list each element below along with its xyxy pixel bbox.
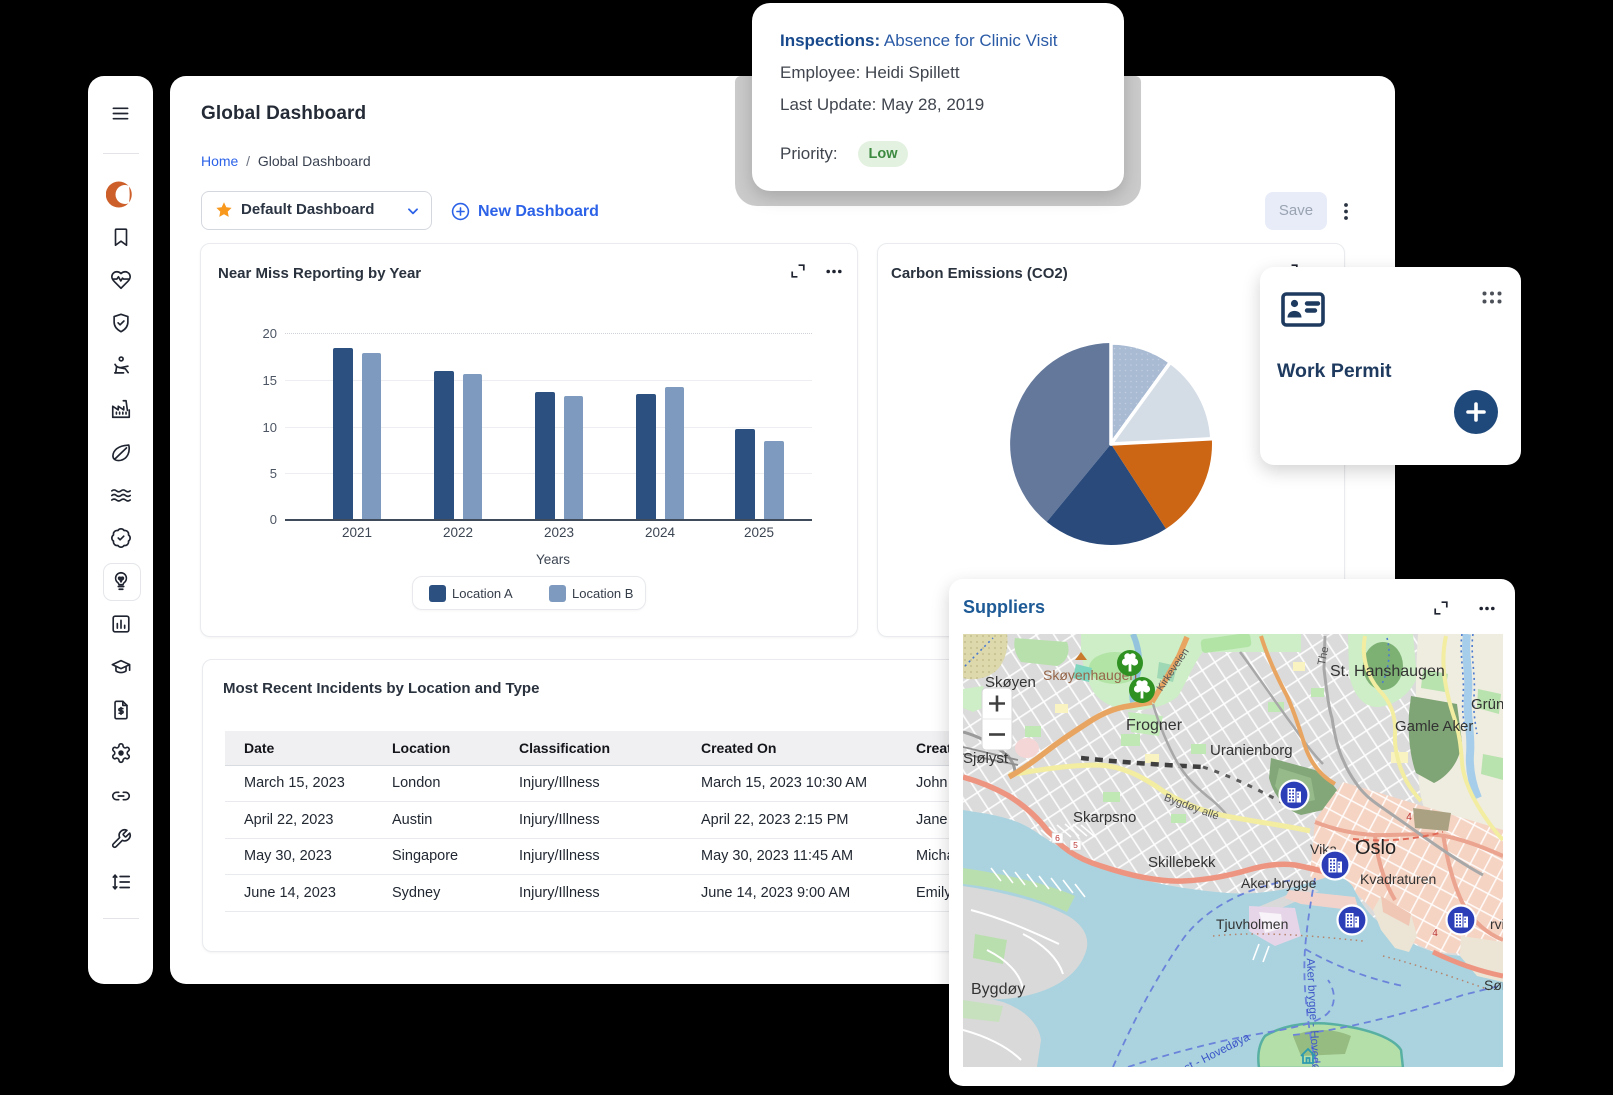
svg-text:Skillebekk: Skillebekk — [1148, 854, 1216, 871]
svg-text:Gamle Aker: Gamle Aker — [1395, 718, 1473, 735]
svg-text:4: 4 — [1432, 928, 1438, 939]
svg-text:6: 6 — [1055, 833, 1060, 843]
svg-text:Oslo: Oslo — [1355, 837, 1396, 859]
svg-text:Skarpsno: Skarpsno — [1073, 809, 1136, 826]
svg-text:Bygdøy: Bygdøy — [971, 981, 1025, 998]
svg-text:Sjølyst: Sjølyst — [963, 750, 1009, 767]
svg-text:Sør: Sør — [1484, 977, 1503, 993]
svg-text:St. Hanshaugen: St. Hanshaugen — [1330, 663, 1445, 680]
svg-text:Tjuvholmen: Tjuvholmen — [1216, 916, 1288, 932]
svg-text:rvik: rvik — [1490, 916, 1503, 932]
svg-text:Grünerløkka: Grünerløkka — [1471, 696, 1503, 713]
svg-text:4: 4 — [1406, 812, 1412, 823]
svg-text:Frogner: Frogner — [1126, 717, 1183, 734]
svg-text:5: 5 — [1073, 840, 1078, 850]
svg-text:Uranienborg: Uranienborg — [1210, 742, 1293, 759]
svg-text:Kvadraturen: Kvadraturen — [1360, 871, 1436, 887]
svg-text:Aker brygge: Aker brygge — [1241, 875, 1317, 891]
